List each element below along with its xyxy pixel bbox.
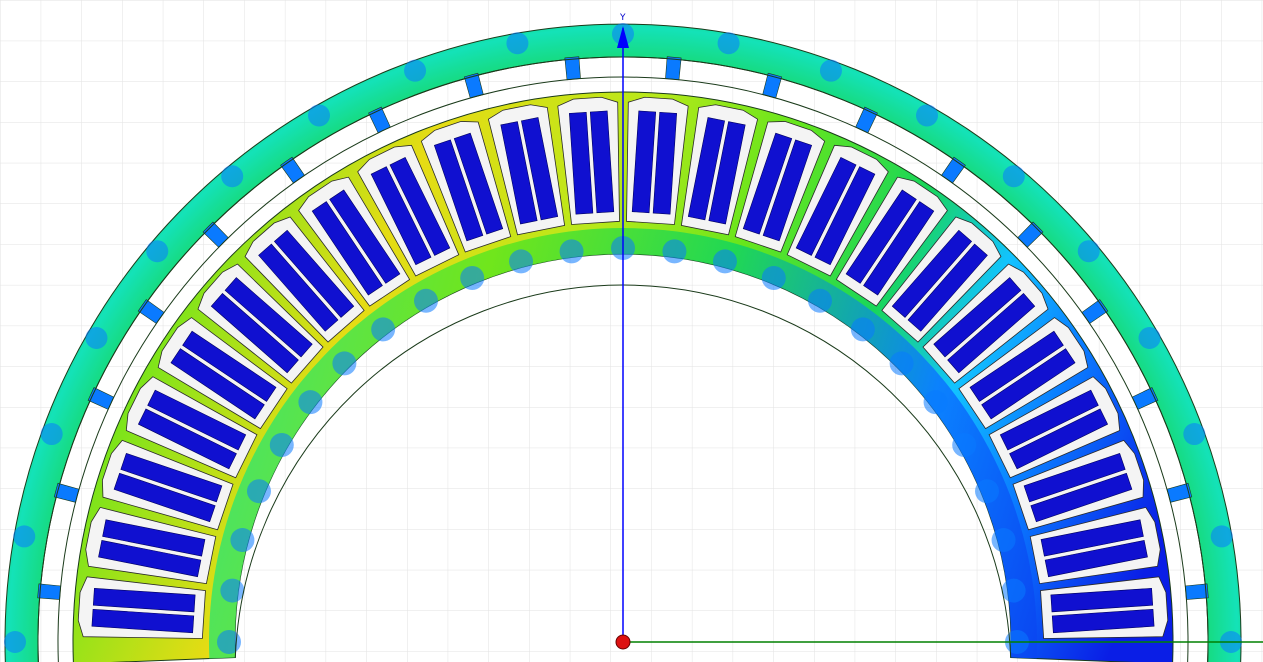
flux-concentration	[819, 59, 842, 82]
flux-concentration	[509, 249, 534, 274]
flux-concentration	[712, 249, 737, 274]
flux-concentration	[146, 240, 169, 263]
flux-concentration	[4, 631, 26, 653]
flux-concentration	[1077, 240, 1100, 263]
origin-marker-icon[interactable]	[615, 634, 631, 650]
flux-concentration	[916, 104, 938, 127]
flux-concentration	[298, 390, 323, 415]
flux-concentration	[371, 317, 396, 342]
flux-concentration	[460, 265, 485, 290]
flux-concentration	[952, 433, 977, 457]
flux-concentration	[717, 32, 740, 55]
y-axis-label: Y	[619, 13, 626, 23]
flux-concentration	[404, 59, 427, 82]
flux-concentration	[559, 239, 584, 264]
magnet-segment	[564, 56, 581, 81]
flux-concentration	[991, 528, 1016, 553]
flux-concentration	[923, 390, 948, 415]
flux-concentration	[1001, 578, 1026, 603]
flux-concentration	[975, 479, 1000, 504]
flux-concentration	[1183, 423, 1206, 446]
flux-concentration	[40, 423, 63, 446]
motor-cross-section[interactable]: Y	[0, 0, 1263, 662]
flux-concentration	[506, 32, 529, 55]
flux-concentration	[1002, 165, 1025, 188]
flux-concentration	[850, 317, 875, 342]
magnet-segment	[37, 583, 62, 600]
flux-concentration	[246, 479, 271, 504]
flux-concentration	[85, 327, 108, 349]
flux-concentration	[889, 351, 914, 376]
flux-concentration	[808, 288, 832, 313]
flux-concentration	[1138, 327, 1161, 349]
flux-concentration	[13, 525, 36, 548]
flux-concentration	[761, 265, 786, 290]
magnet-segment	[1184, 583, 1209, 600]
flux-concentration	[221, 165, 244, 188]
flux-concentration	[414, 288, 438, 313]
flux-concentration	[230, 528, 255, 553]
flux-concentration	[308, 104, 330, 127]
flux-concentration	[1210, 525, 1233, 548]
flux-concentration	[662, 239, 687, 264]
flux-concentration	[332, 351, 357, 376]
flux-concentration	[220, 578, 245, 603]
magnet-segment	[665, 56, 682, 81]
field-plot-viewport[interactable]: Y	[0, 0, 1263, 662]
flux-concentration	[269, 433, 294, 457]
